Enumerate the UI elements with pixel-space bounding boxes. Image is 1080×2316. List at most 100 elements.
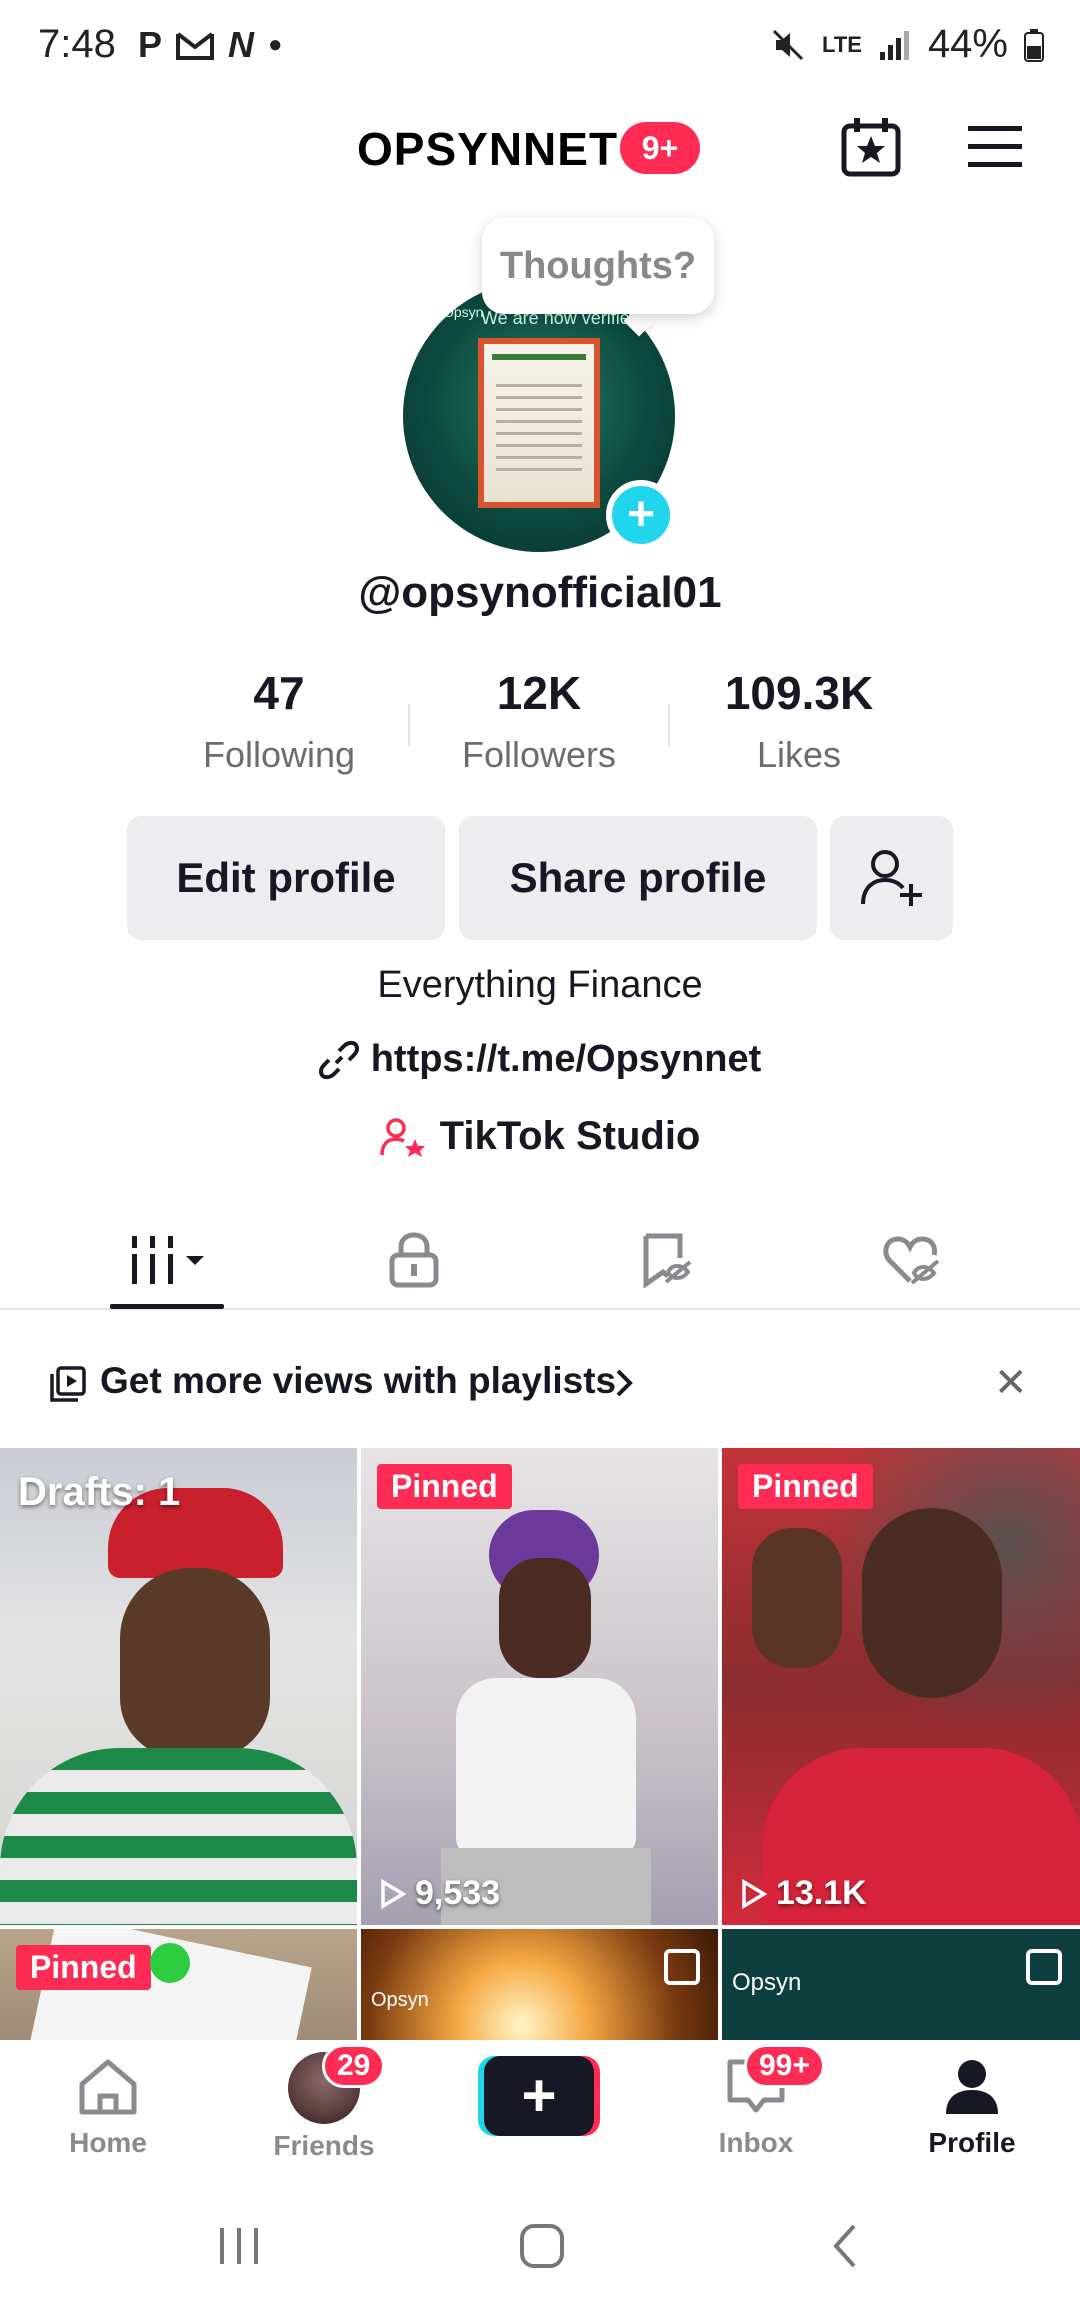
heart-hidden-icon [883,1236,940,1285]
status-bar: 7:48 P N ● LTE 44% [0,0,1080,96]
opsyn-watermark: Opsyn [371,1989,429,2011]
opsyn-watermark: Opsyn [732,1969,802,1996]
active-tab-indicator [110,1304,224,1309]
white-top [456,1678,636,1858]
calendar-star-icon[interactable] [840,116,902,178]
stat-label: Following [202,734,356,775]
profile-header: OPSYNNET 9+ [0,110,1080,190]
battery-icon [1024,28,1044,62]
pinned-video-tile[interactable]: Pinned 9,533 [361,1448,718,1925]
account-switcher[interactable]: OPSYNNET [357,122,618,176]
playlist-icon [50,1366,86,1402]
tab-liked[interactable] [852,1212,972,1308]
pinned-badge: Pinned [377,1464,512,1509]
lte-indicator: LTE [822,31,862,57]
stat-followers[interactable]: 12K Followers [414,666,664,776]
username: @opsynofficial01 [358,568,722,617]
face [120,1568,270,1758]
nav-home[interactable]: Home [28,2056,188,2159]
grid-dropdown-icon [132,1236,204,1284]
notification-icons: P N ● [138,24,283,66]
playlist-banner[interactable]: Get more views with playlists ✕ [0,1330,1080,1440]
view-count: 13.1K [740,1874,867,1913]
chevron-right-icon [616,1369,633,1397]
photo-carousel-tile[interactable]: Opsyn [361,1929,718,2048]
tab-videos[interactable] [110,1212,230,1308]
battery-percent: 44% [927,22,1008,66]
nav-label: Home [69,2127,147,2158]
add-story-button[interactable]: + [606,480,676,550]
gmail-icon [176,32,215,60]
tiktok-studio-link[interactable]: TikTok Studio [0,1114,1080,1159]
playlist-banner-text: Get more views with playlists [100,1360,617,1401]
raised-hand [752,1528,842,1668]
status-right: LTE 44% [770,22,1044,67]
nav-label: Inbox [718,2127,794,2158]
home-icon [79,2059,137,2115]
stat-label: Followers [461,734,617,775]
pinned-badge: Pinned [16,1945,151,1990]
bio-link[interactable]: https://t.me/Opsynnet [0,1038,1080,1081]
stat-value: 109.3K [724,667,874,719]
system-navigation [0,2200,1080,2316]
menu-icon[interactable] [966,124,1024,170]
divider [408,704,410,746]
view-count: 9,533 [379,1874,500,1913]
status-time: 7:48 [38,22,116,66]
plus-icon: + [484,2056,594,2136]
draft-video-tile[interactable]: Drafts: 1 [0,1448,357,1925]
striped-shirt [0,1748,357,1925]
nav-label: Friends [273,2130,375,2161]
inbox-badge: 99+ [744,2044,825,2088]
recents-icon[interactable] [216,2224,262,2268]
dot-icon: ● [268,31,283,58]
n-app-icon: N [228,24,255,65]
profile-stats: 47 Following 12K Followers 109.3K Likes [0,666,1080,786]
nav-label: Profile [928,2127,1016,2158]
back-icon[interactable] [830,2222,860,2270]
photo-carousel-tile[interactable]: Opsyn [722,1929,1080,2048]
profile-tabs [0,1212,1080,1310]
mute-icon [772,29,804,60]
stat-following[interactable]: 47 Following [154,666,404,776]
signal-icon [879,30,909,60]
thoughts-bubble[interactable]: Thoughts? [482,218,714,314]
face [499,1558,591,1678]
play-icon [381,1878,407,1909]
bookmark-hidden-icon [643,1233,692,1288]
stat-label: Likes [756,734,842,775]
friends-badge: 29 [322,2044,386,2088]
close-banner-button[interactable]: ✕ [994,1360,1028,1406]
check-icon [150,1943,190,1983]
stat-value: 12K [496,667,582,719]
stat-likes[interactable]: 109.3K Likes [674,666,924,776]
carousel-icon [664,1949,700,1985]
p-app-icon: P [138,24,163,65]
view-count-value: 13.1K [776,1874,867,1912]
add-user-icon [860,850,922,906]
add-friends-button[interactable] [830,816,953,940]
edit-profile-button[interactable]: Edit profile [127,816,445,940]
drafts-label: Drafts: 1 [18,1470,181,1514]
link-icon [318,1040,359,1079]
bio-text: Everything Finance [377,964,703,1006]
creator-star-icon [379,1117,425,1157]
share-profile-button[interactable]: Share profile [459,816,817,940]
face [862,1508,1002,1698]
create-button[interactable]: + [478,2056,600,2136]
certificate-image [478,338,600,508]
studio-label: TikTok Studio [439,1114,701,1158]
avatar-brand-text: Opsyn [443,304,484,320]
video-grid: Drafts: 1 Pinned 9,533 Pinned 13.1K Pinn… [0,1448,1080,2048]
profile-icon [946,2060,998,2114]
nav-profile[interactable]: Profile [892,2056,1052,2159]
tab-favorites[interactable] [606,1212,726,1308]
home-system-icon[interactable] [518,2222,566,2270]
play-icon [742,1878,768,1909]
pinned-badge: Pinned [738,1464,873,1509]
lock-icon [389,1232,439,1288]
pinned-video-tile[interactable]: Pinned [0,1929,357,2048]
tab-private[interactable] [354,1212,474,1308]
account-badge: 9+ [620,122,700,174]
pinned-video-tile[interactable]: Pinned 13.1K [722,1448,1080,1925]
